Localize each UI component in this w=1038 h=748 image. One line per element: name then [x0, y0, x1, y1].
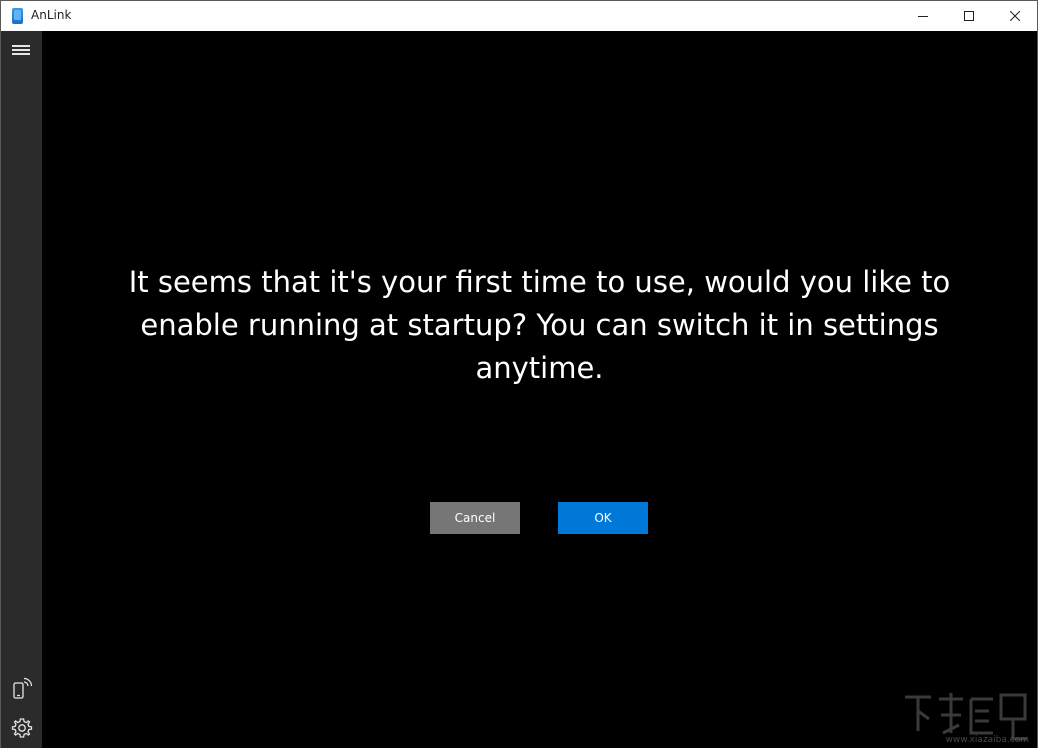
hamburger-menu-icon: [12, 45, 30, 55]
sidebar: [1, 31, 42, 748]
ok-button[interactable]: OK: [558, 502, 648, 534]
hamburger-menu-button[interactable]: [11, 42, 31, 58]
window-title: AnLink: [31, 8, 72, 22]
cancel-button[interactable]: Cancel: [430, 502, 520, 534]
maximize-icon: [964, 11, 974, 21]
minimize-icon: [918, 16, 928, 17]
watermark-url: www.xiazaiba.com: [945, 735, 1029, 745]
minimize-button[interactable]: [900, 1, 946, 31]
device-connect-button[interactable]: [11, 677, 33, 699]
startup-prompt-text: It seems that it's your first time to us…: [128, 265, 951, 385]
title-bar[interactable]: AnLink: [1, 1, 1037, 31]
close-button[interactable]: [992, 1, 1038, 31]
settings-button[interactable]: [11, 717, 33, 739]
app-window: AnLink It seems that it's your first tim…: [0, 0, 1038, 748]
main-content: It seems that it's your first time to us…: [42, 31, 1037, 748]
close-icon: [1010, 11, 1020, 21]
maximize-button[interactable]: [946, 1, 992, 31]
app-icon: [12, 8, 23, 24]
phone-connect-icon: [13, 677, 32, 699]
gear-icon: [11, 718, 33, 738]
